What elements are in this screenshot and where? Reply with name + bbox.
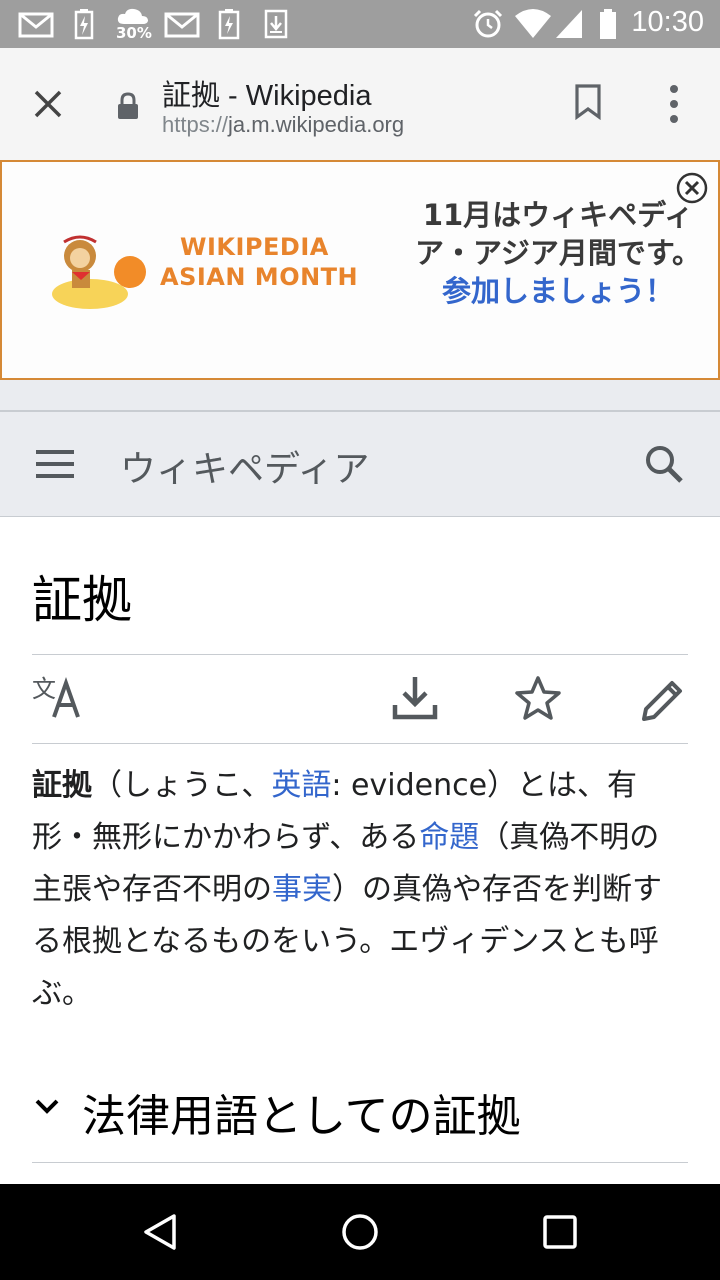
wiki-site-name[interactable]: ウィキペディア (120, 440, 369, 492)
para-text: （しょうこ、 (92, 768, 272, 803)
language-icon[interactable]: 文 (32, 675, 84, 719)
cloud-upload-icon (117, 8, 148, 24)
link-proposition[interactable]: 命題 (419, 820, 479, 855)
alarm-icon (473, 9, 503, 38)
star-icon[interactable] (514, 675, 562, 721)
term-bold: 証拠 (32, 768, 92, 803)
monkey-logo-icon (52, 235, 146, 309)
battery-charging-icon (74, 9, 94, 40)
wifi-icon (515, 9, 551, 38)
article-actions: 文 (32, 654, 688, 744)
home-icon[interactable] (340, 1212, 380, 1252)
page-url[interactable]: https://ja.m.wikipedia.org (162, 112, 404, 138)
close-icon[interactable] (32, 88, 64, 120)
campaign-banner[interactable]: WIKIPEDIA ASIAN MONTH 11月はウィキペディア・アジア月間で… (0, 160, 720, 380)
battery-percent-label: 30% (116, 24, 152, 42)
link-fact[interactable]: 事実 (272, 872, 332, 907)
banner-message: 11月はウィキペディア・アジア月間です。 参加しましょう！ (412, 196, 704, 310)
banner-text-plain: 11月はウィキペディア・アジア月間です。 (415, 198, 701, 270)
article-title: 証拠 (32, 571, 132, 629)
section-heading[interactable]: 法律用語としての証拠 (32, 1076, 688, 1163)
battery-icon (600, 9, 616, 39)
menu-icon[interactable] (36, 448, 76, 480)
back-icon[interactable] (142, 1212, 178, 1252)
article-intro: 証拠（しょうこ、英語: evidence）とは、有形・無形にかかわらず、ある命題… (32, 760, 680, 1020)
link-english[interactable]: 英語 (271, 768, 331, 803)
page-title[interactable]: 証拠 - Wikipedia (162, 72, 372, 114)
battery-saver-icon (218, 9, 240, 40)
section-title: 法律用語としての証拠 (82, 1091, 521, 1142)
mail-icon (164, 12, 200, 38)
browser-toolbar: 証拠 - Wikipedia https://ja.m.wikipedia.or… (0, 48, 720, 160)
download-icon (264, 9, 288, 39)
banner-logo-text: WIKIPEDIA ASIAN MONTH (160, 232, 358, 292)
bookmark-icon[interactable] (574, 84, 602, 120)
lock-icon (118, 92, 138, 119)
close-circle-icon[interactable] (676, 172, 708, 204)
logo-line-1: WIKIPEDIA (180, 233, 329, 261)
url-host: ja.m.wikipedia.org (228, 112, 405, 137)
wiki-header: ウィキペディア (0, 412, 720, 517)
svg-text:文: 文 (32, 675, 56, 703)
more-vert-icon[interactable] (664, 84, 684, 124)
banner-separator (0, 380, 720, 412)
edit-icon[interactable] (640, 677, 686, 723)
logo-line-2: ASIAN MONTH (160, 263, 359, 291)
recents-icon[interactable] (542, 1214, 578, 1250)
download-icon[interactable] (392, 673, 438, 721)
status-bar: 30% 10:30 (0, 0, 720, 48)
chevron-down-icon[interactable] (34, 1098, 60, 1116)
url-protocol: https:// (162, 112, 229, 137)
search-icon[interactable] (644, 444, 684, 484)
banner-join-link[interactable]: 参加しましょう！ (442, 274, 674, 308)
status-time: 10:30 (631, 6, 704, 38)
mail-icon (18, 12, 54, 38)
signal-icon (556, 10, 582, 38)
system-nav-bar (0, 1184, 720, 1280)
